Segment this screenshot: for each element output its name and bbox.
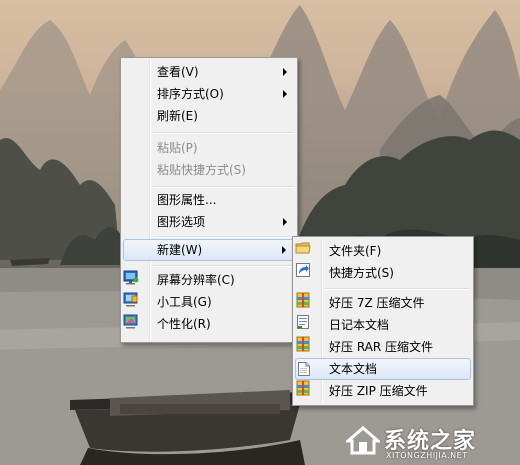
menu-item-label: 小工具(G) xyxy=(157,295,212,309)
chevron-right-icon xyxy=(282,246,286,254)
menu-item-label: 粘贴快捷方式(S) xyxy=(157,163,246,177)
text-document-icon xyxy=(298,362,310,376)
menu-separator xyxy=(153,236,294,238)
submenu-item-text-document[interactable]: 文本文档 xyxy=(295,358,471,380)
submenu-item-rar-archive[interactable]: 好压 RAR 压缩文件 xyxy=(295,336,471,358)
submenu-item-zip-archive[interactable]: 好压 ZIP 压缩文件 xyxy=(295,380,471,402)
submenu-item-shortcut[interactable]: 快捷方式(S) xyxy=(295,262,471,284)
menu-separator xyxy=(153,186,294,188)
menu-item-label: 粘贴(P) xyxy=(157,141,198,155)
menu-separator xyxy=(153,132,294,134)
watermark-url: XITONGZHIJIA.NET xyxy=(386,451,468,460)
menu-item-label: 刷新(E) xyxy=(157,109,198,123)
menu-item-label: 个性化(R) xyxy=(157,317,211,331)
site-watermark: 系统之家 XITONGZHIJIA.NET xyxy=(346,421,516,461)
shortcut-icon xyxy=(296,263,310,277)
house-logo-icon xyxy=(346,426,380,455)
folder-icon xyxy=(295,242,311,254)
submenu-item-label: 好压 RAR 压缩文件 xyxy=(329,340,434,354)
submenu-item-journal[interactable]: 日记本文档 xyxy=(295,314,471,336)
submenu-item-label: 文本文档 xyxy=(329,362,378,376)
menu-item-view[interactable]: 查看(V) xyxy=(123,61,295,83)
chevron-right-icon xyxy=(283,90,287,98)
submenu-item-label: 好压 7Z 压缩文件 xyxy=(329,296,425,310)
archive-icon xyxy=(296,380,310,396)
menu-item-refresh[interactable]: 刷新(E) xyxy=(123,105,295,127)
submenu-item-label: 文件夹(F) xyxy=(329,244,382,258)
archive-icon xyxy=(296,292,310,308)
archive-icon xyxy=(296,336,310,352)
menu-item-paste: 粘贴(P) xyxy=(123,137,295,159)
menu-separator xyxy=(325,288,470,290)
menu-item-graphics-options[interactable]: 图形选项 xyxy=(123,211,295,233)
chevron-right-icon xyxy=(283,68,287,76)
gadgets-icon xyxy=(123,292,138,307)
display-settings-icon xyxy=(123,270,139,285)
menu-item-label: 图形属性... xyxy=(157,193,217,207)
menu-item-label: 图形选项 xyxy=(157,215,206,229)
menu-item-screen-resolution[interactable]: 屏幕分辨率(C) xyxy=(123,269,295,291)
journal-icon xyxy=(297,315,309,329)
submenu-item-label: 好压 ZIP 压缩文件 xyxy=(329,384,428,398)
submenu-item-label: 快捷方式(S) xyxy=(329,266,394,280)
menu-separator xyxy=(153,265,294,267)
menu-item-graphics-properties[interactable]: 图形属性... xyxy=(123,189,295,211)
desktop-wallpaper[interactable]: 查看(V) 排序方式(O) 刷新(E) 粘贴(P) 粘贴快捷方式(S) 图形属性… xyxy=(0,0,520,465)
personalize-icon xyxy=(123,314,138,329)
menu-item-label: 排序方式(O) xyxy=(157,87,224,101)
menu-item-new[interactable]: 新建(W) xyxy=(123,239,295,261)
menu-item-label: 屏幕分辨率(C) xyxy=(157,273,235,287)
desktop-context-menu: 查看(V) 排序方式(O) 刷新(E) 粘贴(P) 粘贴快捷方式(S) 图形属性… xyxy=(120,57,298,343)
menu-item-paste-shortcut: 粘贴快捷方式(S) xyxy=(123,159,295,181)
chevron-right-icon xyxy=(283,218,287,226)
menu-item-gadgets[interactable]: 小工具(G) xyxy=(123,291,295,313)
new-submenu: 文件夹(F) 快捷方式(S) 好压 7Z 压缩文件 日记本文档 好压 RAR 压… xyxy=(292,236,474,406)
menu-item-label: 查看(V) xyxy=(157,65,199,79)
submenu-item-7z-archive[interactable]: 好压 7Z 压缩文件 xyxy=(295,292,471,314)
menu-item-sort-by[interactable]: 排序方式(O) xyxy=(123,83,295,105)
menu-item-personalize[interactable]: 个性化(R) xyxy=(123,313,295,335)
submenu-item-label: 日记本文档 xyxy=(329,318,390,332)
menu-item-label: 新建(W) xyxy=(157,243,203,257)
submenu-item-folder[interactable]: 文件夹(F) xyxy=(295,240,471,262)
